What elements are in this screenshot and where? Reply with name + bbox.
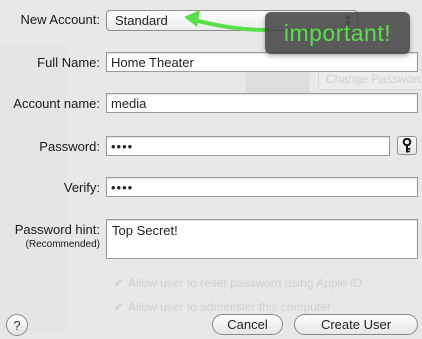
background-change-password-label: Change Password	[326, 72, 422, 86]
password-hint-label: Password hint:	[14, 222, 100, 237]
verify-label: Verify:	[63, 180, 100, 195]
help-button[interactable]: ?	[6, 314, 28, 336]
full-name-label: Full Name:	[37, 55, 100, 70]
create-user-button[interactable]: Create User	[294, 314, 418, 335]
password-field[interactable]: ••••	[106, 136, 390, 156]
password-hint-sublabel: (Recommended)	[25, 239, 100, 250]
background-option-2: ✔ Allow user to administer this computer	[114, 300, 331, 314]
password-hint-field[interactable]: Top Secret!	[106, 219, 418, 259]
annotation-callout: important!	[265, 12, 410, 54]
new-account-label: New Account:	[20, 12, 101, 27]
account-name-field[interactable]: media	[106, 93, 418, 113]
background-sidebar	[0, 44, 66, 334]
password-assistant-button[interactable]	[397, 136, 417, 155]
cancel-button[interactable]: Cancel	[212, 314, 283, 335]
password-label: Password:	[39, 139, 100, 154]
annotation-arrow	[184, 10, 270, 32]
background-option-1: ✔ Allow user to reset password using Appl…	[114, 276, 363, 290]
key-icon	[402, 138, 412, 153]
full-name-field[interactable]: Home Theater	[106, 52, 418, 72]
account-type-value: Standard	[115, 13, 168, 28]
account-name-label: Account name:	[13, 96, 100, 111]
verify-field[interactable]: ••••	[106, 177, 418, 197]
annotation-text: important!	[283, 19, 392, 46]
